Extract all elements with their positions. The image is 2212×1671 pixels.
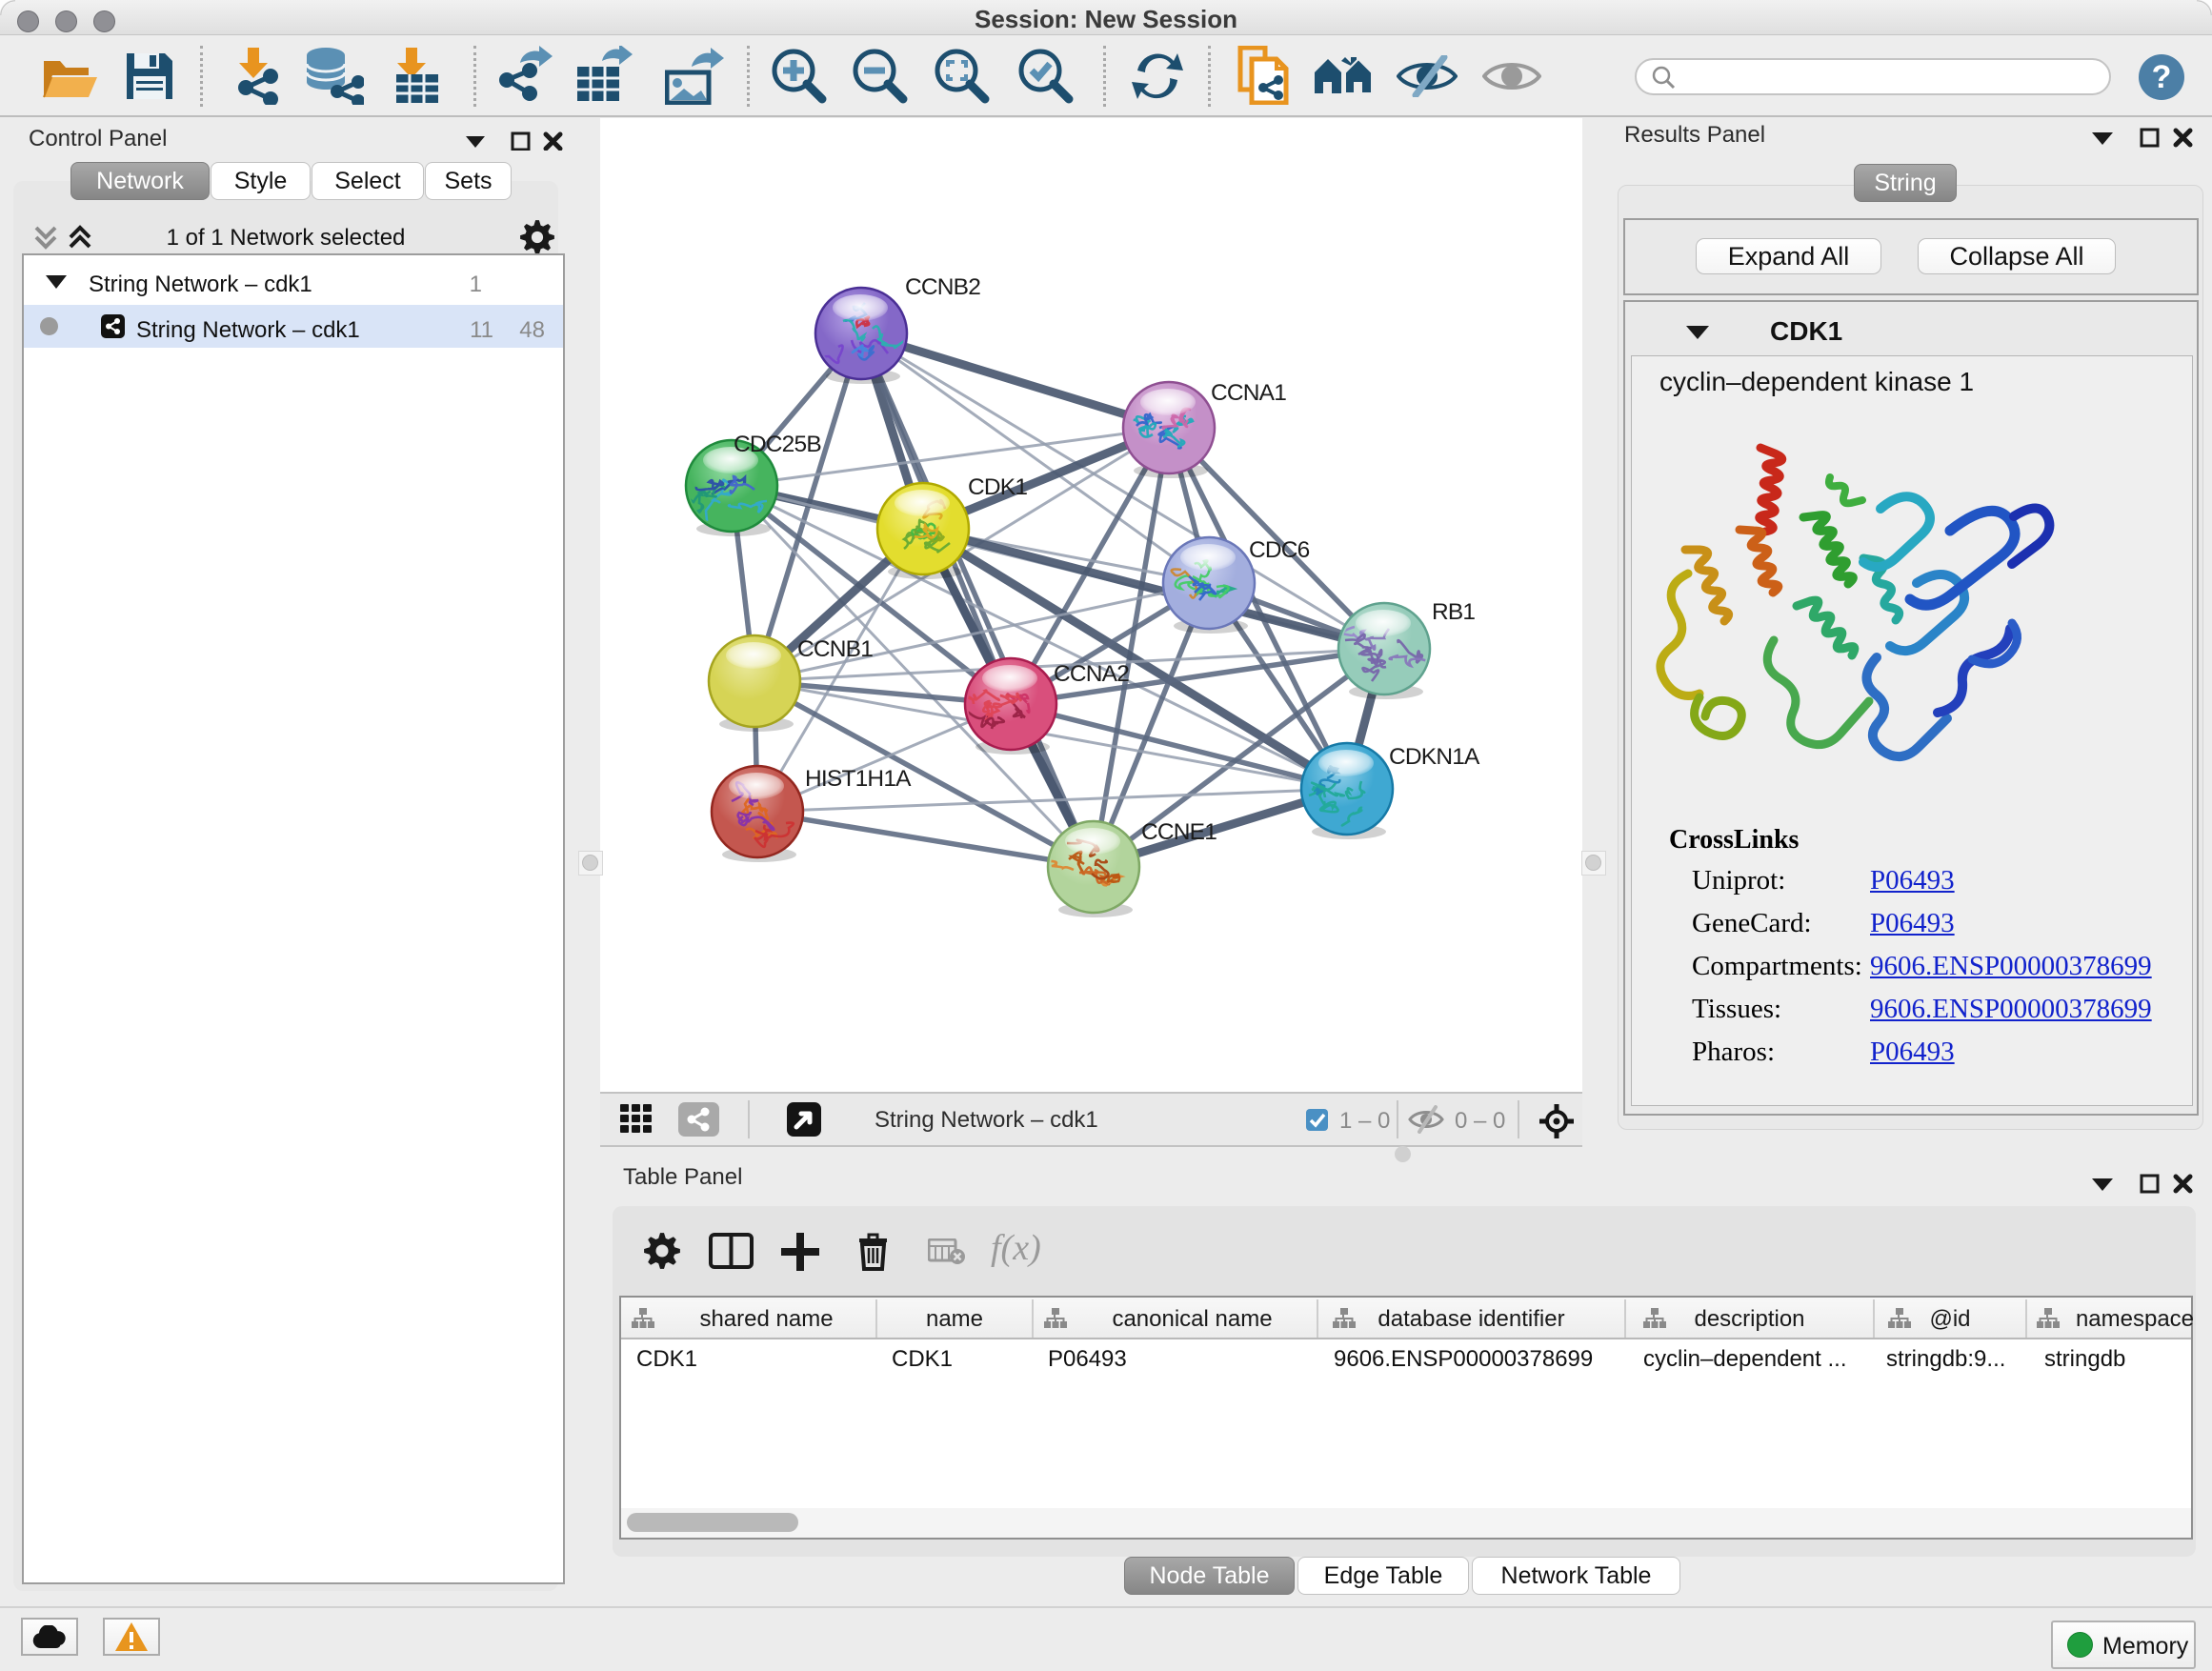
svg-text:CCNB1: CCNB1: [797, 636, 873, 662]
svg-text:CDK1: CDK1: [968, 474, 1027, 500]
svg-text:?: ?: [2152, 59, 2172, 95]
svg-text:CCNB2: CCNB2: [905, 274, 980, 300]
svg-text:CDKN1A: CDKN1A: [1389, 744, 1480, 770]
svg-text:HIST1H1A: HIST1H1A: [805, 766, 912, 792]
svg-text:CCNE1: CCNE1: [1141, 819, 1217, 845]
svg-text:CCNA2: CCNA2: [1054, 661, 1129, 687]
svg-text:CDC6: CDC6: [1249, 537, 1310, 563]
svg-text:CDC25B: CDC25B: [734, 432, 821, 457]
svg-text:RB1: RB1: [1432, 599, 1475, 625]
svg-text:CCNA1: CCNA1: [1211, 380, 1286, 406]
